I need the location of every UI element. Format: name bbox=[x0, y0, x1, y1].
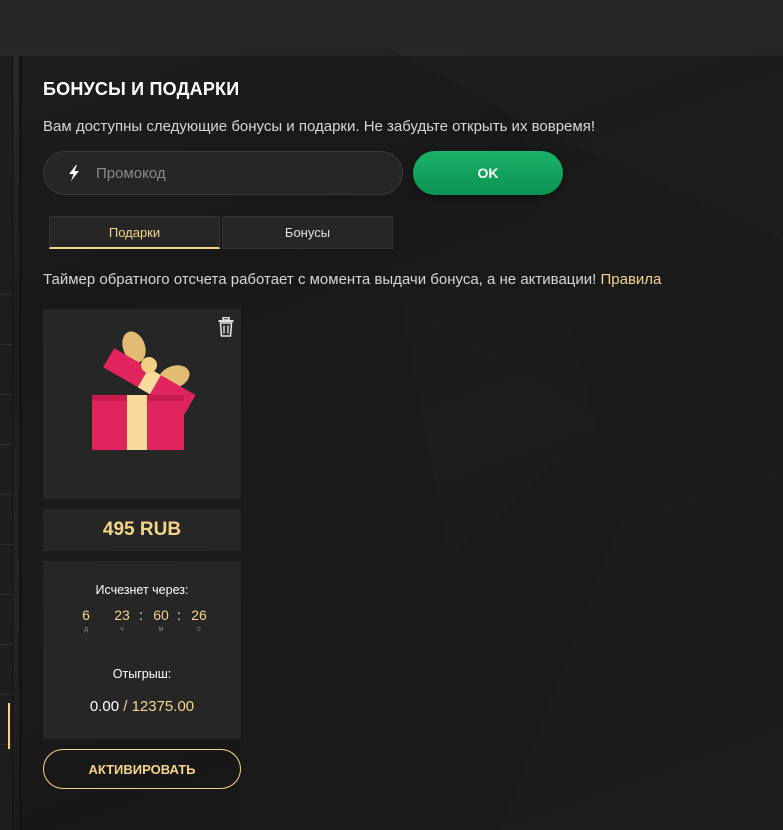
timer-days: 6 bbox=[82, 607, 90, 623]
timer-minutes-unit: м bbox=[158, 626, 164, 633]
promo-code-input[interactable] bbox=[96, 152, 402, 194]
timer-notice: Таймер обратного отсчета работает с моме… bbox=[43, 271, 661, 288]
timer-days-unit: д bbox=[83, 626, 89, 633]
timer-hours: 23 bbox=[114, 607, 130, 623]
timer-hours-unit: ч bbox=[120, 626, 124, 633]
timer-separator: : bbox=[177, 607, 181, 623]
wager-current: 0.00 bbox=[89, 698, 120, 715]
timer-seconds: 26 bbox=[191, 607, 207, 623]
left-sidebar-strip bbox=[0, 56, 13, 830]
promo-ok-button[interactable]: OK bbox=[413, 151, 563, 195]
wager-separator: / bbox=[123, 698, 128, 715]
wager-label: Отыгрыш: bbox=[112, 667, 172, 681]
tab-bonuses[interactable]: Бонусы bbox=[222, 216, 393, 249]
tab-gifts[interactable]: Подарки bbox=[49, 216, 220, 249]
rules-link[interactable]: Правила bbox=[600, 271, 661, 288]
activate-button[interactable]: АКТИВИРОВАТЬ bbox=[43, 749, 241, 789]
promo-code-field[interactable] bbox=[43, 151, 403, 195]
sidebar-active-indicator bbox=[8, 703, 10, 749]
wager-total: 12375.00 bbox=[131, 698, 195, 715]
timer-seconds-unit: с bbox=[197, 626, 201, 633]
lightning-icon bbox=[69, 165, 79, 181]
gift-amount: 495 RUB bbox=[43, 509, 241, 551]
top-bar bbox=[0, 0, 783, 48]
timer-notice-text: Таймер обратного отсчета работает с моме… bbox=[43, 271, 597, 288]
trash-icon[interactable] bbox=[217, 317, 235, 337]
expires-label: Исчезнет через: bbox=[95, 583, 189, 597]
gift-timer-panel: Исчезнет через: 6 д 23 ч : 60 м : 26 с О… bbox=[43, 561, 241, 739]
gift-bonus-tabs: Подарки Бонусы bbox=[49, 216, 393, 249]
timer-separator: : bbox=[139, 607, 143, 623]
page-title: БОНУСЫ И ПОДАРКИ bbox=[43, 79, 240, 99]
page-subtitle: Вам доступны следующие бонусы и подарки.… bbox=[43, 118, 596, 135]
timer-minutes: 60 bbox=[153, 607, 169, 623]
wager-progress: 0.00 / 12375.00 bbox=[43, 698, 241, 715]
countdown-timer: 6 д 23 ч : 60 м : 26 с bbox=[43, 607, 241, 637]
gift-box-icon bbox=[92, 331, 196, 450]
